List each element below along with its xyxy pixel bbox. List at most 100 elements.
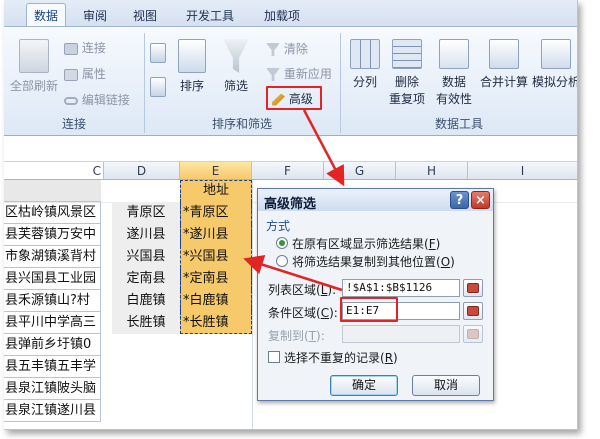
clear-filter-icon [266, 43, 280, 56]
cell-a-address[interactable]: 区枯岭镇风景区 [4, 202, 101, 224]
properties-button[interactable]: 属性 [64, 65, 106, 82]
range-picker-icon [467, 329, 479, 339]
copy-to-picker-button[interactable] [463, 325, 483, 343]
cell-d-region[interactable]: 定南县 [112, 268, 180, 290]
remove-duplicates-label-2: 重复项 [388, 92, 425, 106]
ribbon-tab-bar: 数据 审阅 视图 开发工具 加载项 [4, 0, 577, 27]
cell-a-address[interactable]: 市象湖镇溪背村 [4, 246, 101, 268]
ok-button[interactable]: 确定 [330, 375, 398, 396]
refresh-all-label: 全部刷新 [9, 79, 58, 93]
sort-label: 排序 [179, 79, 204, 93]
tab-data[interactable]: 数据 [26, 3, 66, 27]
cell-e-criteria[interactable]: *定南县 [180, 268, 252, 290]
data-validation-label-1: 数据 [441, 75, 466, 89]
cell-e-criteria[interactable]: *兴国县 [180, 246, 252, 268]
column-header-f[interactable]: F [252, 162, 324, 180]
consolidate-icon [489, 39, 519, 69]
link-icon [64, 96, 78, 105]
clear-filter-label: 清除 [283, 42, 308, 56]
remove-duplicates-label-1: 删除 [394, 75, 419, 89]
tab-view[interactable]: 视图 [128, 7, 162, 24]
remove-duplicates-icon [392, 39, 422, 69]
copy-to-input[interactable] [342, 325, 460, 343]
data-validation-icon [439, 39, 469, 69]
close-icon: × [475, 193, 486, 208]
remove-duplicates-button[interactable]: 删除 重复项 [386, 39, 428, 107]
dialog-close-button[interactable]: × [471, 191, 490, 209]
cell-e-criteria[interactable]: *青原区 [180, 202, 252, 224]
dialog-help-button[interactable]: ? [450, 191, 469, 209]
cell-a-address[interactable]: 县芙蓉镇万安中 [4, 224, 101, 246]
cell-a-address[interactable]: 县弹前乡圩镇0 [4, 334, 101, 356]
cancel-button[interactable]: 取消 [412, 375, 480, 396]
sort-descending-button[interactable] [150, 77, 166, 97]
cell-a-address[interactable]: 县五丰镇五丰学 [4, 356, 101, 378]
sort-button[interactable]: 排序 [174, 39, 210, 94]
ribbon: 全部刷新 连接 属性 编辑链接 连接 排序 筛选 清除 重新应用 高级 排序和筛… [4, 26, 577, 136]
edit-links-label: 编辑链接 [81, 93, 130, 107]
formula-bar-area [4, 137, 577, 162]
filter-button[interactable]: 筛选 [218, 39, 254, 94]
sort-ascending-button[interactable] [150, 43, 166, 63]
cell-d-region[interactable]: 白鹿镇 [112, 290, 180, 312]
copy-to-label: 复制到(T): [268, 329, 325, 343]
data-validation-button[interactable]: 数据 有效性 [432, 39, 476, 107]
cell-a-address[interactable]: 县禾源镇山?村 [4, 290, 101, 312]
radio-filter-in-place-label[interactable]: 在原有区域显示筛选结果(F) [292, 235, 440, 252]
cell-a-address[interactable]: 县平川中学高三 [4, 312, 101, 334]
column-header-e[interactable]: E [180, 162, 252, 180]
column-header-i[interactable]: I [468, 162, 577, 180]
reapply-label: 重新应用 [283, 67, 332, 81]
radio-copy-to-location-label[interactable]: 将筛选结果复制到其他位置(O) [292, 253, 455, 270]
edit-links-button[interactable]: 编辑链接 [64, 91, 130, 108]
excel-window: 数据 审阅 视图 开发工具 加载项 全部刷新 连接 属性 编辑链接 连接 排序 … [4, 0, 578, 430]
range-picker-icon [467, 306, 479, 316]
tab-developer[interactable]: 开发工具 [180, 7, 240, 24]
criteria-range-label: 条件区域(C): [268, 306, 338, 320]
radio-copy-to-location[interactable] [276, 255, 288, 267]
cell-d-region[interactable]: 兴国县 [112, 246, 180, 268]
column-header-g[interactable]: G [324, 162, 396, 180]
mode-section-label: 方式 [266, 219, 291, 233]
connections-button[interactable]: 连接 [64, 39, 106, 56]
cell-d-region[interactable]: 长胜镇 [112, 312, 180, 334]
tab-review[interactable]: 审阅 [78, 7, 112, 24]
column-header-c[interactable]: C [4, 162, 104, 180]
text-to-columns-button[interactable]: 分列 [346, 39, 384, 90]
column-header-h[interactable]: H [396, 162, 468, 180]
cell-a-address[interactable]: 县泉江镇遂川县 [4, 400, 101, 422]
list-range-label: 列表区域(L): [268, 283, 337, 297]
properties-label: 属性 [81, 67, 106, 81]
filter-funnel-icon [223, 39, 249, 73]
refresh-all-button[interactable]: 全部刷新 [6, 39, 62, 94]
criteria-range-picker-button[interactable] [463, 302, 483, 320]
cell-d-region[interactable]: 青原区 [112, 202, 180, 224]
cell-a1[interactable] [4, 180, 101, 202]
column-header-d[interactable]: D [104, 162, 180, 180]
cell-a-address[interactable]: 县泉江镇陂头脑 [4, 378, 101, 400]
sort-descending-icon [150, 77, 166, 97]
cell-e-criteria[interactable]: *白鹿镇 [180, 290, 252, 312]
cell-d-region[interactable]: 遂川县 [112, 224, 180, 246]
cell-e-criteria[interactable]: *遂川县 [180, 224, 252, 246]
clear-filter-button[interactable]: 清除 [266, 40, 308, 57]
cell-e1-header[interactable]: 地址 [180, 180, 252, 202]
range-picker-icon [467, 283, 479, 293]
connections-label: 连接 [81, 41, 106, 55]
cell-e-criteria[interactable]: *长胜镇 [180, 312, 252, 334]
text-to-columns-icon [350, 39, 380, 69]
unique-records-label[interactable]: 选择不重复的记录(R) [284, 349, 398, 366]
tab-addins[interactable]: 加载项 [258, 7, 306, 24]
connections-icon [64, 42, 78, 55]
sort-icon [178, 39, 206, 73]
consolidate-button[interactable]: 合并计算 [478, 39, 530, 90]
cell-a-address[interactable]: 县兴国县工业园 [4, 268, 101, 290]
what-if-analysis-button[interactable]: 模拟分析 [530, 39, 577, 90]
reapply-button[interactable]: 重新应用 [266, 65, 332, 82]
list-range-input[interactable]: !$A$1:$B$1126 [342, 279, 460, 297]
list-range-picker-button[interactable] [463, 279, 483, 297]
unique-records-checkbox[interactable] [268, 351, 280, 363]
help-icon: ? [455, 193, 464, 208]
radio-filter-in-place[interactable] [276, 237, 288, 249]
properties-icon [64, 68, 78, 81]
